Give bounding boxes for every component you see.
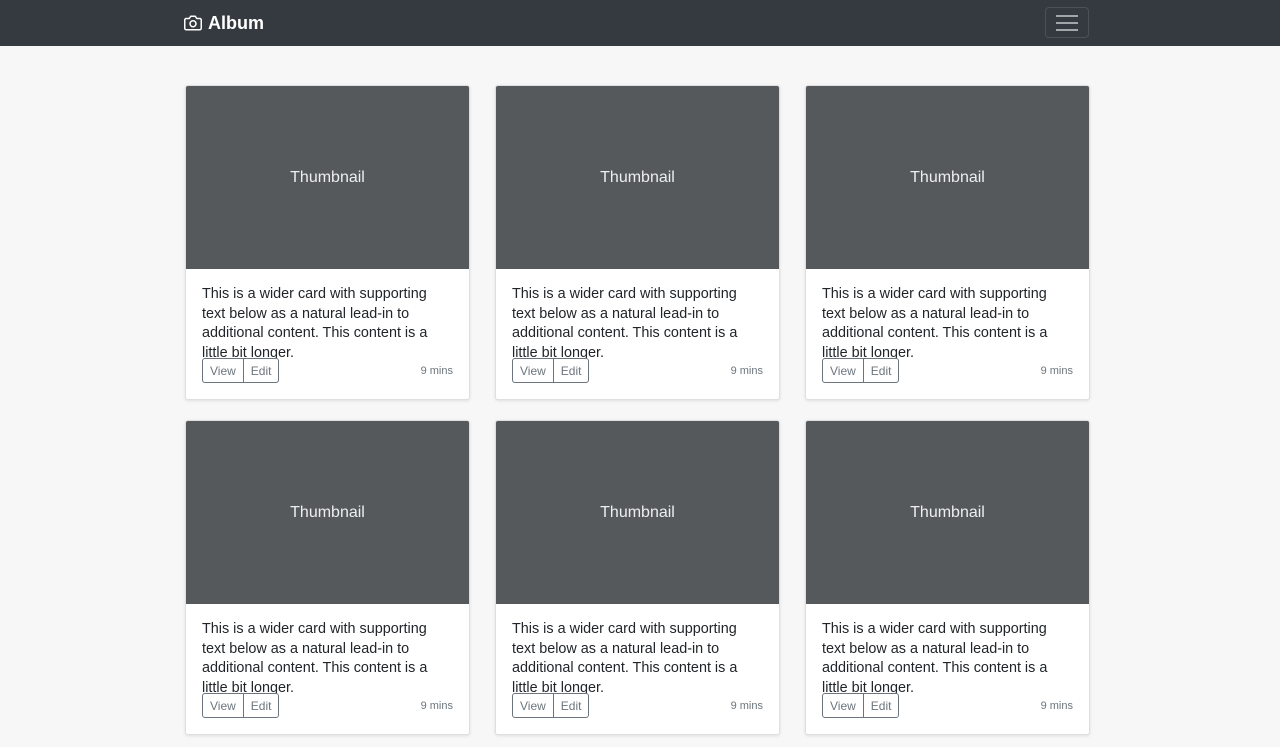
card-body: This is a wider card with supporting tex… [186, 604, 469, 718]
card-time: 9 mins [730, 364, 763, 377]
album-card: Thumbnail This is a wider card with supp… [495, 420, 780, 735]
edit-button[interactable]: Edit [552, 358, 590, 383]
thumbnail-label: Thumbnail [910, 503, 985, 521]
view-button[interactable]: View [822, 693, 864, 718]
card-body: This is a wider card with supporting tex… [806, 604, 1089, 718]
edit-button[interactable]: Edit [862, 693, 900, 718]
hamburger-menu-icon [1046, 14, 1088, 32]
card-actions: View Edit 9 mins [202, 358, 453, 383]
card-actions: View Edit 9 mins [822, 693, 1073, 718]
card-time: 9 mins [730, 699, 763, 712]
card-button-group: View Edit [512, 358, 590, 383]
card-button-group: View Edit [822, 693, 900, 718]
card-text: This is a wider card with supporting tex… [822, 286, 1048, 361]
brand-label: Album [208, 12, 264, 33]
card-body: This is a wider card with supporting tex… [496, 604, 779, 718]
card-text: This is a wider card with supporting tex… [202, 621, 428, 696]
card-actions: View Edit 9 mins [512, 358, 763, 383]
card-text: This is a wider card with supporting tex… [822, 621, 1048, 696]
card-button-group: View Edit [202, 693, 280, 718]
card-text: This is a wider card with supporting tex… [512, 621, 738, 696]
card-text: This is a wider card with supporting tex… [202, 286, 428, 361]
card-body: This is a wider card with supporting tex… [806, 269, 1089, 383]
view-button[interactable]: View [822, 358, 864, 383]
card-time: 9 mins [1040, 699, 1073, 712]
card-body: This is a wider card with supporting tex… [496, 269, 779, 383]
album-card: Thumbnail This is a wider card with supp… [805, 420, 1090, 735]
card-actions: View Edit 9 mins [202, 693, 453, 718]
card-actions: View Edit 9 mins [822, 358, 1073, 383]
edit-button[interactable]: Edit [242, 693, 280, 718]
thumbnail-label: Thumbnail [910, 168, 985, 186]
edit-button[interactable]: Edit [552, 693, 590, 718]
thumbnail-label: Thumbnail [600, 503, 675, 521]
navbar-toggler-button[interactable] [1045, 7, 1089, 38]
card-time: 9 mins [420, 699, 453, 712]
card-thumbnail: Thumbnail [496, 86, 779, 269]
card-thumbnail: Thumbnail [186, 421, 469, 604]
card-button-group: View Edit [822, 358, 900, 383]
edit-button[interactable]: Edit [242, 358, 280, 383]
card-thumbnail: Thumbnail [496, 421, 779, 604]
navbar: Album [0, 0, 1280, 46]
view-button[interactable]: View [202, 358, 244, 383]
album-card: Thumbnail This is a wider card with supp… [185, 420, 470, 735]
view-button[interactable]: View [202, 693, 244, 718]
camera-icon [184, 14, 202, 32]
thumbnail-label: Thumbnail [290, 168, 365, 186]
card-text: This is a wider card with supporting tex… [512, 286, 738, 361]
thumbnail-label: Thumbnail [290, 503, 365, 521]
card-thumbnail: Thumbnail [806, 86, 1089, 269]
card-body: This is a wider card with supporting tex… [186, 269, 469, 383]
view-button[interactable]: View [512, 358, 554, 383]
view-button[interactable]: View [512, 693, 554, 718]
card-thumbnail: Thumbnail [806, 421, 1089, 604]
card-time: 9 mins [1040, 364, 1073, 377]
card-grid: Thumbnail This is a wider card with supp… [185, 85, 1090, 735]
card-thumbnail: Thumbnail [186, 86, 469, 269]
brand-link[interactable]: Album [184, 11, 264, 35]
album-card: Thumbnail This is a wider card with supp… [805, 85, 1090, 400]
card-actions: View Edit 9 mins [512, 693, 763, 718]
album-section: Thumbnail This is a wider card with supp… [185, 85, 1090, 735]
album-card: Thumbnail This is a wider card with supp… [495, 85, 780, 400]
card-button-group: View Edit [512, 693, 590, 718]
thumbnail-label: Thumbnail [600, 168, 675, 186]
edit-button[interactable]: Edit [862, 358, 900, 383]
album-card: Thumbnail This is a wider card with supp… [185, 85, 470, 400]
card-button-group: View Edit [202, 358, 280, 383]
card-time: 9 mins [420, 364, 453, 377]
